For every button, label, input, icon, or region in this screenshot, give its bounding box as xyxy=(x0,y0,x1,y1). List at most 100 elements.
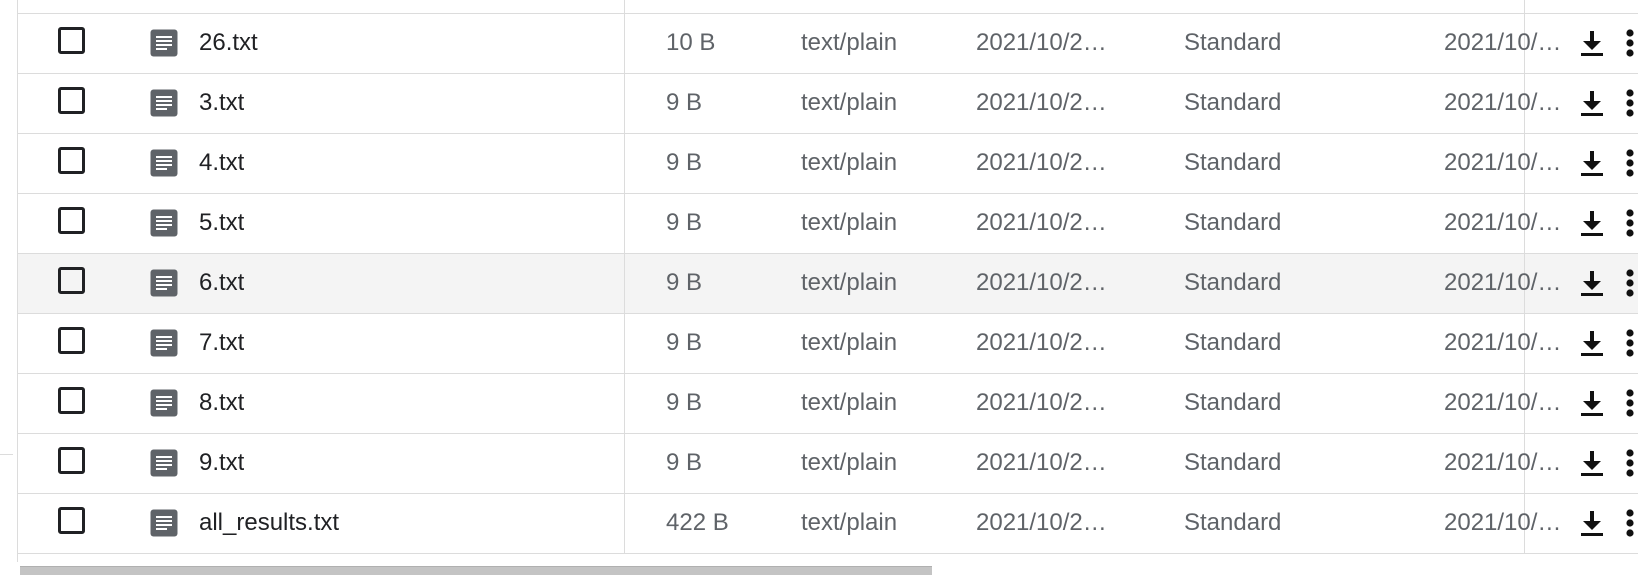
object-name[interactable]: all_results.txt xyxy=(199,494,339,551)
text-file-icon xyxy=(150,329,178,357)
object-size: 9 B xyxy=(666,209,703,236)
object-name[interactable]: 6.txt xyxy=(199,254,244,311)
table-row[interactable]: 8.txt 9 B text/plain 2021/10/2… Standard… xyxy=(18,374,1638,434)
download-icon[interactable] xyxy=(1578,509,1606,537)
download-icon[interactable] xyxy=(1578,329,1606,357)
object-size: 9 B xyxy=(666,89,703,116)
column-divider xyxy=(624,314,625,373)
column-divider xyxy=(624,134,625,193)
object-updated: 2021/10/… xyxy=(1444,269,1562,296)
column-divider xyxy=(624,194,625,253)
object-type: text/plain xyxy=(801,209,898,236)
object-created: 2021/10/2… xyxy=(976,89,1107,116)
row-checkbox[interactable] xyxy=(58,267,85,294)
more-vertical-icon[interactable] xyxy=(1622,269,1638,297)
table-body: 26.txt 10 B text/plain 2021/10/2… Standa… xyxy=(18,14,1638,554)
object-type: text/plain xyxy=(801,89,898,116)
table-row[interactable]: 6.txt 9 B text/plain 2021/10/2… Standard… xyxy=(18,254,1638,314)
object-type: text/plain xyxy=(801,269,898,296)
object-storage-class: Standard xyxy=(1184,269,1282,296)
object-type: text/plain xyxy=(801,449,898,476)
download-icon[interactable] xyxy=(1578,29,1606,57)
object-storage-class: Standard xyxy=(1184,149,1282,176)
more-vertical-icon[interactable] xyxy=(1622,449,1638,477)
object-updated: 2021/10/… xyxy=(1444,389,1562,416)
object-updated: 2021/10/… xyxy=(1444,509,1562,536)
table-row[interactable]: 26.txt 10 B text/plain 2021/10/2… Standa… xyxy=(18,14,1638,74)
table-row[interactable]: 4.txt 9 B text/plain 2021/10/2… Standard… xyxy=(18,134,1638,194)
text-file-icon xyxy=(150,149,178,177)
table-row[interactable]: 5.txt 9 B text/plain 2021/10/2… Standard… xyxy=(18,194,1638,254)
row-checkbox[interactable] xyxy=(58,327,85,354)
row-checkbox[interactable] xyxy=(58,87,85,114)
text-file-icon xyxy=(150,509,178,537)
row-checkbox[interactable] xyxy=(58,447,85,474)
download-icon[interactable] xyxy=(1578,89,1606,117)
object-name[interactable]: 4.txt xyxy=(199,134,244,191)
object-name[interactable]: 8.txt xyxy=(199,374,244,431)
more-vertical-icon[interactable] xyxy=(1622,209,1638,237)
download-icon[interactable] xyxy=(1578,149,1606,177)
object-created: 2021/10/2… xyxy=(976,509,1107,536)
object-name[interactable]: 26.txt xyxy=(199,14,258,71)
download-icon[interactable] xyxy=(1578,209,1606,237)
object-type: text/plain xyxy=(801,509,898,536)
download-icon[interactable] xyxy=(1578,389,1606,417)
object-storage-class: Standard xyxy=(1184,89,1282,116)
more-vertical-icon[interactable] xyxy=(1622,149,1638,177)
left-panel-divider xyxy=(0,454,13,455)
text-file-icon xyxy=(150,29,178,57)
object-size: 9 B xyxy=(666,149,703,176)
column-divider xyxy=(624,74,625,133)
text-file-icon xyxy=(150,389,178,417)
object-updated: 2021/10/… xyxy=(1444,449,1562,476)
object-updated: 2021/10/… xyxy=(1444,329,1562,356)
object-type: text/plain xyxy=(801,149,898,176)
text-file-icon xyxy=(150,449,178,477)
table-row[interactable]: 7.txt 9 B text/plain 2021/10/2… Standard… xyxy=(18,314,1638,374)
object-created: 2021/10/2… xyxy=(976,389,1107,416)
object-name[interactable]: 5.txt xyxy=(199,194,244,251)
text-file-icon xyxy=(150,209,178,237)
column-divider xyxy=(624,494,625,553)
object-updated: 2021/10/… xyxy=(1444,29,1562,56)
object-name[interactable]: 7.txt xyxy=(199,314,244,371)
object-created: 2021/10/2… xyxy=(976,269,1107,296)
object-storage-class: Standard xyxy=(1184,209,1282,236)
object-name[interactable]: 3.txt xyxy=(199,74,244,131)
objects-table: 26.txt 10 B text/plain 2021/10/2… Standa… xyxy=(18,0,1638,554)
previous-row-edge xyxy=(18,0,1638,14)
column-divider xyxy=(624,254,625,313)
row-checkbox[interactable] xyxy=(58,387,85,414)
object-size: 9 B xyxy=(666,389,703,416)
object-created: 2021/10/2… xyxy=(976,29,1107,56)
row-checkbox[interactable] xyxy=(58,147,85,174)
table-row[interactable]: 9.txt 9 B text/plain 2021/10/2… Standard… xyxy=(18,434,1638,494)
more-vertical-icon[interactable] xyxy=(1622,509,1638,537)
object-updated: 2021/10/… xyxy=(1444,89,1562,116)
row-checkbox[interactable] xyxy=(58,27,85,54)
column-divider xyxy=(624,434,625,493)
download-icon[interactable] xyxy=(1578,269,1606,297)
text-file-icon xyxy=(150,89,178,117)
object-name[interactable]: 9.txt xyxy=(199,434,244,491)
more-vertical-icon[interactable] xyxy=(1622,89,1638,117)
object-updated: 2021/10/… xyxy=(1444,149,1562,176)
row-checkbox[interactable] xyxy=(58,207,85,234)
table-row[interactable]: all_results.txt 422 B text/plain 2021/10… xyxy=(18,494,1638,554)
object-storage-class: Standard xyxy=(1184,29,1282,56)
row-checkbox[interactable] xyxy=(58,507,85,534)
table-row[interactable]: 3.txt 9 B text/plain 2021/10/2… Standard… xyxy=(18,74,1638,134)
object-type: text/plain xyxy=(801,29,898,56)
more-vertical-icon[interactable] xyxy=(1622,29,1638,57)
object-updated: 2021/10/… xyxy=(1444,209,1562,236)
more-vertical-icon[interactable] xyxy=(1622,329,1638,357)
object-storage-class: Standard xyxy=(1184,509,1282,536)
more-vertical-icon[interactable] xyxy=(1622,389,1638,417)
object-size: 9 B xyxy=(666,269,703,296)
object-type: text/plain xyxy=(801,329,898,356)
column-divider xyxy=(624,14,625,73)
object-created: 2021/10/2… xyxy=(976,329,1107,356)
object-size: 9 B xyxy=(666,449,703,476)
download-icon[interactable] xyxy=(1578,449,1606,477)
